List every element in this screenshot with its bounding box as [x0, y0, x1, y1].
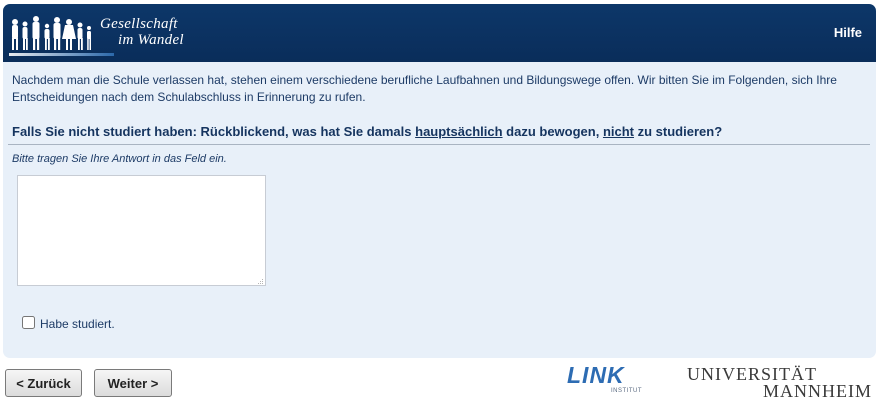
help-link[interactable]: Hilfe [834, 25, 862, 40]
intro-text: Nachdem man die Schule verlassen hat, st… [12, 73, 837, 104]
question-emphasis-not: nicht [602, 124, 635, 139]
answer-textarea[interactable] [17, 175, 266, 286]
answer-hint: Bitte tragen Sie Ihre Antwort in das Fel… [12, 153, 227, 165]
question-emphasis-main: hauptsächlich [415, 124, 503, 139]
resize-grip-icon[interactable] [257, 278, 264, 285]
back-button[interactable]: < Zurück [5, 369, 82, 397]
link-institut-logo: LINK INSTITUT [567, 362, 642, 394]
people-silhouettes-icon [12, 16, 91, 50]
link-logo-sub: INSTITUT [611, 388, 642, 394]
header-bar: Gesellschaft im Wandel Hilfe [3, 4, 876, 62]
studied-checkbox[interactable] [22, 316, 35, 329]
logo-title-line1: Gesellschaft [100, 16, 178, 32]
university-logo-line2: MANNHEIM [763, 381, 872, 401]
question-text: Falls Sie nicht studiert haben: Rückblic… [12, 124, 722, 139]
logo-underline [9, 53, 114, 56]
survey-panel: Gesellschaft im Wandel Hilfe Nachdem man… [3, 4, 876, 358]
question-divider [8, 144, 870, 145]
logo-title-line2: im Wandel [118, 32, 184, 48]
question-part3: zu studieren? [634, 124, 723, 139]
next-button[interactable]: Weiter > [94, 369, 172, 397]
question-part1: Falls Sie nicht studiert haben: Rückblic… [12, 124, 416, 139]
studied-checkbox-label[interactable]: Habe studiert. [40, 317, 115, 331]
question-part2: dazu bewogen, [502, 124, 603, 139]
link-logo-word: LINK [567, 362, 625, 388]
